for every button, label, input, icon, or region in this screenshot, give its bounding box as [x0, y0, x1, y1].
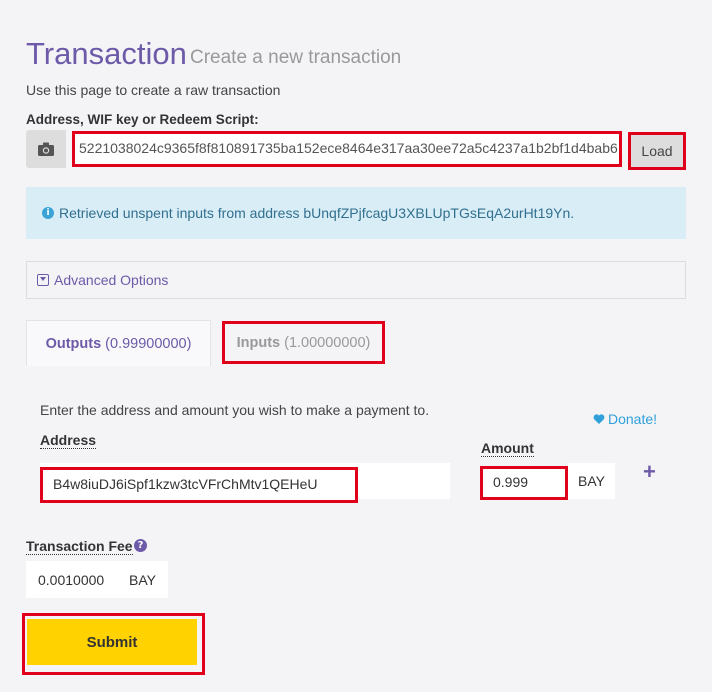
- script-input[interactable]: 5221038024c9365f8f810891735ba152ece8464e…: [72, 131, 622, 167]
- amount-column-label: Amount: [481, 440, 534, 457]
- payment-instruction: Enter the address and amount you wish to…: [40, 402, 430, 418]
- page-subtitle: Create a new transaction: [190, 47, 402, 68]
- submit-button[interactable]: Submit: [27, 619, 197, 665]
- output-amount-input[interactable]: 0.999: [480, 466, 568, 500]
- tab-inputs-label: Inputs: [236, 334, 281, 351]
- tab-inputs[interactable]: Inputs (1.00000000): [222, 321, 385, 364]
- output-address-input[interactable]: B4w8iuDJ6iSpf1kzw3tcVFrChMtv1QEHeU: [40, 467, 358, 503]
- amount-unit: BAY: [568, 463, 615, 499]
- transaction-fee-label: Transaction Fee: [26, 538, 133, 555]
- load-button[interactable]: Load: [628, 132, 686, 170]
- tab-outputs-label: Outputs: [45, 335, 102, 352]
- question-circle-icon[interactable]: ?: [134, 539, 147, 552]
- script-input-label: Address, WIF key or Redeem Script:: [26, 112, 259, 127]
- alert-text: Retrieved unspent inputs from address bU…: [59, 205, 575, 221]
- transaction-fee-input[interactable]: 0.0010000 BAY: [26, 561, 168, 598]
- info-icon: i: [42, 207, 54, 219]
- advanced-options-toggle[interactable]: Advanced Options: [26, 261, 686, 299]
- page-title: Transaction: [26, 36, 187, 71]
- plus-icon[interactable]: +: [643, 459, 656, 485]
- camera-icon: [38, 142, 54, 156]
- address-column-label: Address: [40, 432, 97, 449]
- donate-link[interactable]: Donate!: [593, 411, 657, 427]
- advanced-options-label: Advanced Options: [54, 272, 169, 288]
- caret-square-down-icon: [37, 274, 49, 286]
- tab-inputs-amount: (1.00000000): [284, 334, 371, 351]
- tab-outputs[interactable]: Outputs (0.99900000): [26, 320, 211, 366]
- donate-label: Donate!: [608, 411, 658, 427]
- fee-unit: BAY: [129, 571, 156, 588]
- info-alert: i Retrieved unspent inputs from address …: [26, 187, 686, 239]
- page-description: Use this page to create a raw transactio…: [26, 82, 281, 98]
- heart-icon: [593, 414, 605, 424]
- fee-value: 0.0010000: [38, 571, 105, 588]
- camera-scan-button[interactable]: [26, 130, 66, 168]
- tab-outputs-amount: (0.99900000): [105, 335, 192, 352]
